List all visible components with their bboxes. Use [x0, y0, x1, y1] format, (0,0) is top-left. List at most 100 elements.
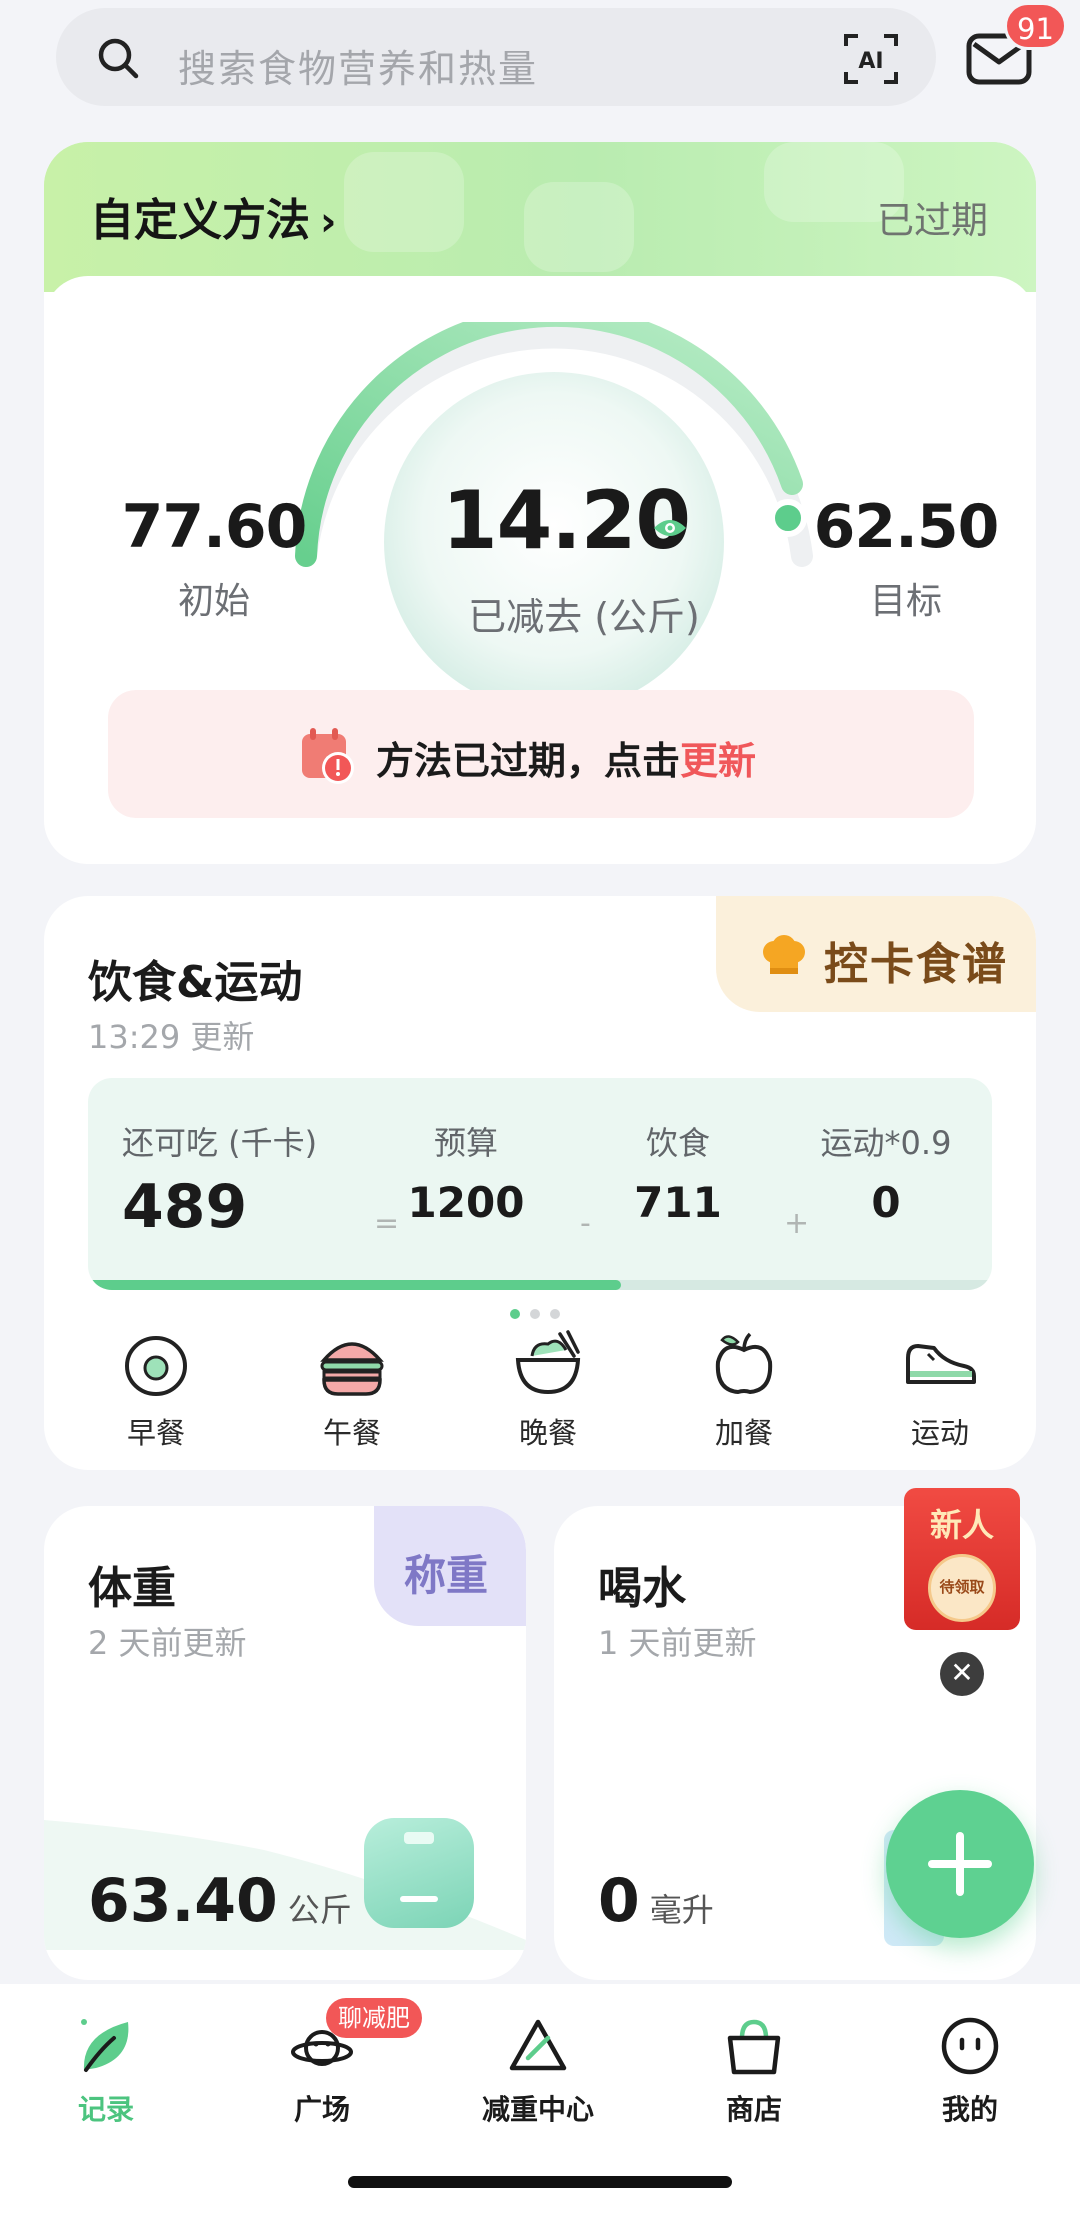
calendar-alert-icon — [302, 728, 354, 784]
add-record-button[interactable] — [886, 1790, 1034, 1938]
svg-text:AI: AI — [858, 49, 883, 74]
nav-item-profile[interactable]: 我的 — [880, 2014, 1060, 2128]
meal-breakfast[interactable]: 早餐 — [86, 1328, 226, 1452]
exercise-entry[interactable]: 运动 — [870, 1328, 1010, 1452]
nav-label: 商店 — [725, 2093, 782, 2126]
calorie-progress-fill — [88, 1280, 622, 1290]
meal-label: 加餐 — [714, 1416, 773, 1450]
weight-card[interactable]: 称重 体重 2 天前更新 63.40 公斤 — [44, 1506, 526, 1980]
food-calories: 饮食 711 — [628, 1118, 728, 1227]
goal-weight-label: 目标 — [869, 581, 942, 622]
weight-updated: 2 天前更新 — [88, 1624, 247, 1662]
weight-number: 63.40 — [88, 1866, 278, 1936]
meal-label: 早餐 — [126, 1416, 185, 1450]
close-icon[interactable]: ✕ — [940, 1652, 984, 1696]
minus-sign: - — [580, 1206, 591, 1241]
remaining-value: 489 — [122, 1172, 248, 1242]
page-dot — [550, 1309, 560, 1319]
recipe-tab-label: 控卡食谱 — [824, 939, 1008, 990]
method-title-text: 自定义方法 — [90, 195, 310, 246]
chevron-right-icon: › — [320, 199, 337, 245]
goal-weight-value: 62.50 — [813, 492, 1000, 562]
exercise-label: 运动*0.9 — [820, 1124, 952, 1162]
apple-icon — [715, 1332, 773, 1395]
page-dot-active — [510, 1309, 520, 1319]
diet-title: 饮食&运动 — [88, 957, 303, 1008]
reward-coin-text: 待领取 — [939, 1578, 985, 1596]
search-bar[interactable]: 搜索食物营养和热量 AI — [56, 8, 936, 106]
meal-label: 晚餐 — [518, 1416, 577, 1450]
method-expired-banner[interactable]: 方法已过期，点击更新 — [108, 690, 974, 818]
chef-hat-icon — [763, 935, 805, 974]
mail-badge: 91 — [1004, 2, 1067, 50]
equals-sign: = — [374, 1206, 400, 1241]
weight-value: 63.40 公斤 — [88, 1866, 352, 1936]
calorie-summary[interactable]: 还可吃 (千卡) 489 = 预算 1200 - 饮食 711 + 运动*0.9… — [88, 1078, 992, 1290]
newbie-title: 新人 — [929, 1506, 994, 1544]
water-number: 0 — [598, 1866, 640, 1936]
method-expired-text: 方法已过期，点击更新 — [376, 730, 756, 785]
calorie-progress-bar — [88, 1280, 992, 1290]
shoe-icon — [906, 1344, 976, 1384]
nav-item-store[interactable]: 商店 — [664, 2014, 844, 2128]
ai-scan-icon[interactable]: AI — [842, 30, 900, 88]
method-body: 77.60 初始 14.20 已减去 (公斤) 62.50 目标 方法已过期，点… — [44, 276, 1036, 864]
weight-title: 体重 — [88, 1563, 176, 1614]
burger-icon — [320, 1342, 384, 1396]
water-updated: 1 天前更新 — [598, 1624, 757, 1662]
food-value: 711 — [634, 1178, 722, 1227]
plus-sign: + — [784, 1206, 810, 1241]
method-card: 自定义方法 › 已过期 77.60 初始 14.20 已减去 (公斤) 62.50… — [44, 142, 1036, 864]
meal-dinner[interactable]: 晚餐 — [478, 1328, 618, 1452]
page-indicator — [510, 1304, 570, 1323]
meal-snack[interactable]: 加餐 — [674, 1328, 814, 1452]
food-label: 饮食 — [645, 1124, 710, 1162]
water-unit: 毫升 — [649, 1891, 714, 1929]
goal-weight: 62.50 目标 — [806, 492, 1006, 624]
page-dot — [530, 1309, 540, 1319]
diet-exercise-card: 控卡食谱 饮食&运动 13:29 更新 还可吃 (千卡) 489 = 预算 12… — [44, 896, 1036, 1470]
exercise-calories: 运动*0.9 0 — [816, 1118, 956, 1227]
leaf-icon — [81, 2019, 129, 2072]
meal-label: 运动 — [910, 1416, 969, 1450]
nav-label: 我的 — [941, 2093, 998, 2126]
budget-label: 预算 — [433, 1124, 498, 1162]
exercise-value: 0 — [871, 1178, 901, 1227]
nav-item-weight-center[interactable]: 减重中心 — [448, 2014, 628, 2128]
remaining-label: 还可吃 (千卡) — [122, 1124, 318, 1162]
weigh-button[interactable]: 称重 — [374, 1506, 526, 1626]
weigh-button-label: 称重 — [404, 1551, 489, 1600]
eye-icon[interactable] — [652, 516, 688, 540]
bag-icon — [727, 2019, 781, 2075]
renew-link[interactable]: 更新 — [680, 739, 756, 783]
lost-weight-label: 已减去 (公斤) — [468, 595, 700, 639]
search-input[interactable]: 搜索食物营养和热量 — [178, 38, 538, 93]
chat-badge: 聊减肥 — [326, 1998, 422, 2038]
home-indicator[interactable] — [348, 2176, 732, 2188]
nav-label: 减重中心 — [481, 2093, 594, 2126]
nav-label: 广场 — [293, 2093, 350, 2126]
remaining-calories: 还可吃 (千卡) 489 — [122, 1118, 317, 1242]
start-weight: 77.60 初始 — [114, 492, 314, 624]
start-weight-value: 77.60 — [121, 492, 308, 562]
water-title: 喝水 — [598, 1563, 686, 1614]
weight-unit: 公斤 — [287, 1891, 352, 1929]
budget-value: 1200 — [407, 1178, 525, 1227]
diet-updated-time: 13:29 更新 — [88, 1018, 255, 1056]
meal-lunch[interactable]: 午餐 — [282, 1328, 422, 1452]
method-status: 已过期 — [877, 199, 988, 242]
nav-item-record[interactable]: 记录 — [16, 2014, 196, 2128]
face-icon — [941, 2017, 999, 2075]
newbie-reward-banner[interactable]: 新人 待领取 — [904, 1488, 1020, 1630]
nav-label: 记录 — [77, 2093, 134, 2126]
scale-icon — [364, 1818, 474, 1928]
start-weight-label: 初始 — [177, 581, 250, 622]
search-icon — [98, 38, 139, 79]
method-title[interactable]: 自定义方法 › — [90, 184, 336, 248]
egg-icon — [125, 1336, 187, 1396]
water-value: 0 毫升 — [598, 1866, 714, 1936]
recipe-tab[interactable]: 控卡食谱 — [716, 896, 1036, 1012]
bowl-icon — [515, 1330, 581, 1395]
triangle-icon — [509, 2019, 567, 2071]
budget-calories: 预算 1200 — [406, 1118, 526, 1227]
